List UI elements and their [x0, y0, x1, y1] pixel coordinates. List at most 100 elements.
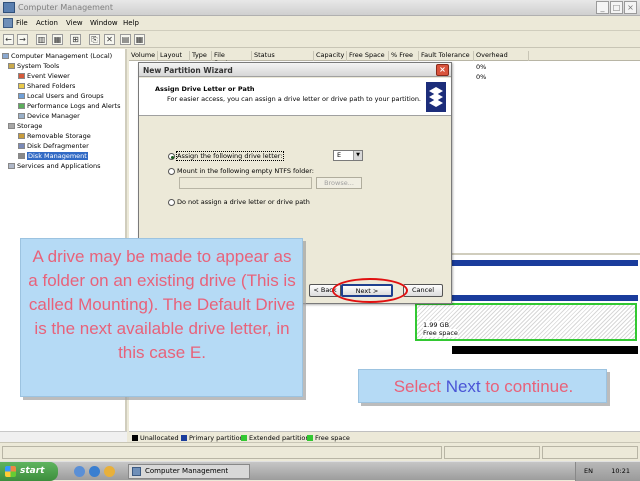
tutorial-callout-next: Select Next to continue.: [358, 369, 607, 403]
tree-horizontal-scrollbar[interactable]: [0, 431, 127, 442]
windows-logo-icon: [5, 466, 16, 477]
defragmenter-icon: [18, 143, 25, 149]
close-window-button[interactable]: ×: [624, 1, 637, 14]
option-mount-folder-label[interactable]: Mount in the following empty NTFS folder…: [177, 167, 314, 175]
table-row[interactable]: 0%: [476, 73, 486, 81]
menu-action[interactable]: Action: [36, 19, 58, 27]
mmc-icon[interactable]: [3, 18, 13, 28]
ntfs-folder-path-input[interactable]: [179, 177, 312, 189]
radio-no-letter[interactable]: [168, 199, 175, 206]
tree-item-computer-management[interactable]: Computer Management (Local): [2, 52, 112, 60]
disk-header-bar: [452, 295, 638, 301]
column-file-system[interactable]: File System: [212, 51, 252, 67]
callout-mounting-text: A drive may be made to appear as a folde…: [28, 247, 296, 362]
wizard-header: Assign Drive Letter or Path For easier a…: [139, 78, 451, 116]
free-space-region[interactable]: 1.99 GB Free space: [415, 303, 637, 341]
tree-item-device-manager[interactable]: Device Manager: [18, 112, 80, 120]
up-level-icon[interactable]: ▥: [36, 34, 47, 45]
column-status[interactable]: Status: [252, 51, 314, 61]
column-free-space[interactable]: Free Space: [347, 51, 389, 61]
export-list-icon[interactable]: ⎘: [89, 34, 100, 45]
option-no-letter-label[interactable]: Do not assign a drive letter or drive pa…: [177, 198, 310, 206]
tree-item-disk-management[interactable]: Disk Management: [18, 152, 88, 160]
drive-letter-value: E: [337, 151, 342, 159]
unallocated-bar: [452, 346, 638, 354]
column-capacity[interactable]: Capacity: [314, 51, 347, 61]
users-icon: [18, 93, 25, 99]
next-highlight-ellipse: [332, 278, 408, 303]
free-space-swatch: [307, 435, 313, 441]
wizard-title: New Partition Wizard: [139, 63, 451, 77]
help-icon[interactable]: ▤: [120, 34, 131, 45]
properties-icon[interactable]: ⊞: [70, 34, 81, 45]
wizard-close-button[interactable]: ×: [436, 64, 449, 76]
back-arrow-icon[interactable]: ←: [3, 34, 14, 45]
removable-storage-icon: [18, 133, 25, 139]
taskbar-item-computer-management[interactable]: Computer Management: [128, 464, 250, 479]
show-hide-tree-icon[interactable]: ▦: [52, 34, 63, 45]
table-row[interactable]: 0%: [476, 63, 486, 71]
delete-icon[interactable]: ✕: [104, 34, 115, 45]
tree-item-removable-storage[interactable]: Removable Storage: [18, 132, 91, 140]
volume-list-header: Volume Layout Type File System Status Ca…: [129, 50, 640, 67]
storage-icon: [8, 123, 15, 129]
tree-item-event-viewer[interactable]: Event Viewer: [18, 72, 70, 80]
quicklaunch-desktop-icon[interactable]: [74, 466, 85, 477]
primary-partition-bar: [452, 260, 638, 266]
start-button[interactable]: start: [0, 462, 58, 481]
column-overhead[interactable]: Overhead: [474, 51, 529, 61]
status-segment-2: [444, 446, 540, 459]
tree-item-storage[interactable]: Storage: [8, 122, 42, 130]
minimize-button[interactable]: _: [596, 1, 609, 14]
column-percent-free[interactable]: % Free: [389, 51, 419, 61]
taskbar: start Computer Management EN 10:21: [0, 461, 640, 481]
system-tray: EN 10:21: [575, 462, 640, 481]
tools-icon: [8, 63, 15, 69]
column-fault-tolerance[interactable]: Fault Tolerance: [419, 51, 474, 61]
internet-explorer-icon[interactable]: [89, 466, 100, 477]
unallocated-swatch: [132, 435, 138, 441]
menu-view[interactable]: View: [66, 19, 83, 27]
menu-file[interactable]: File: [16, 19, 28, 27]
device-manager-icon: [18, 113, 25, 119]
column-type[interactable]: Type: [190, 51, 212, 61]
language-indicator[interactable]: EN: [584, 467, 593, 475]
option-assign-letter-label[interactable]: Assign the following drive letter:: [176, 151, 284, 161]
tree-item-services-applications[interactable]: Services and Applications: [8, 162, 100, 170]
toolbar: ← → ▥ ▦ ⊞ ✕ ⎘ ▤ ▦: [0, 32, 640, 48]
cancel-button[interactable]: Cancel: [403, 284, 443, 297]
chevron-down-icon[interactable]: ▼: [353, 151, 362, 160]
status-bar: [0, 442, 640, 461]
drive-letter-select[interactable]: E ▼: [333, 150, 363, 161]
clock[interactable]: 10:21: [611, 467, 630, 475]
forward-arrow-icon[interactable]: →: [17, 34, 28, 45]
tree-item-disk-defragmenter[interactable]: Disk Defragmenter: [18, 142, 89, 150]
shared-folder-icon: [18, 83, 25, 89]
callout-next-word: Next: [445, 377, 481, 396]
radio-assign-letter[interactable]: [168, 153, 175, 160]
column-layout[interactable]: Layout: [158, 51, 190, 61]
quicklaunch-folder-icon[interactable]: [104, 466, 115, 477]
computer-management-icon: [3, 2, 15, 13]
status-segment-3: [542, 446, 638, 459]
menu-help[interactable]: Help: [123, 19, 139, 27]
start-label: start: [20, 466, 45, 476]
maximize-button[interactable]: □: [610, 1, 623, 14]
browse-button[interactable]: Browse...: [316, 177, 362, 189]
tree-item-local-users[interactable]: Local Users and Groups: [18, 92, 104, 100]
tree-item-performance-logs[interactable]: Performance Logs and Alerts: [18, 102, 120, 110]
wizard-heading: Assign Drive Letter or Path: [155, 85, 255, 93]
menu-window[interactable]: Window: [90, 19, 118, 27]
free-space-label: Free space: [423, 329, 458, 337]
legend-unallocated: Unallocated: [132, 434, 179, 442]
tree-item-system-tools[interactable]: System Tools: [8, 62, 59, 70]
services-icon: [8, 163, 15, 169]
tree-item-shared-folders[interactable]: Shared Folders: [18, 82, 75, 90]
computer-icon: [2, 53, 9, 59]
extended-swatch: [241, 435, 247, 441]
status-segment-main: [2, 446, 442, 459]
window-title-bar: Computer Management _ □ ×: [0, 0, 640, 16]
column-volume[interactable]: Volume: [129, 51, 158, 61]
view-icon[interactable]: ▦: [134, 34, 145, 45]
radio-mount-folder[interactable]: [168, 168, 175, 175]
